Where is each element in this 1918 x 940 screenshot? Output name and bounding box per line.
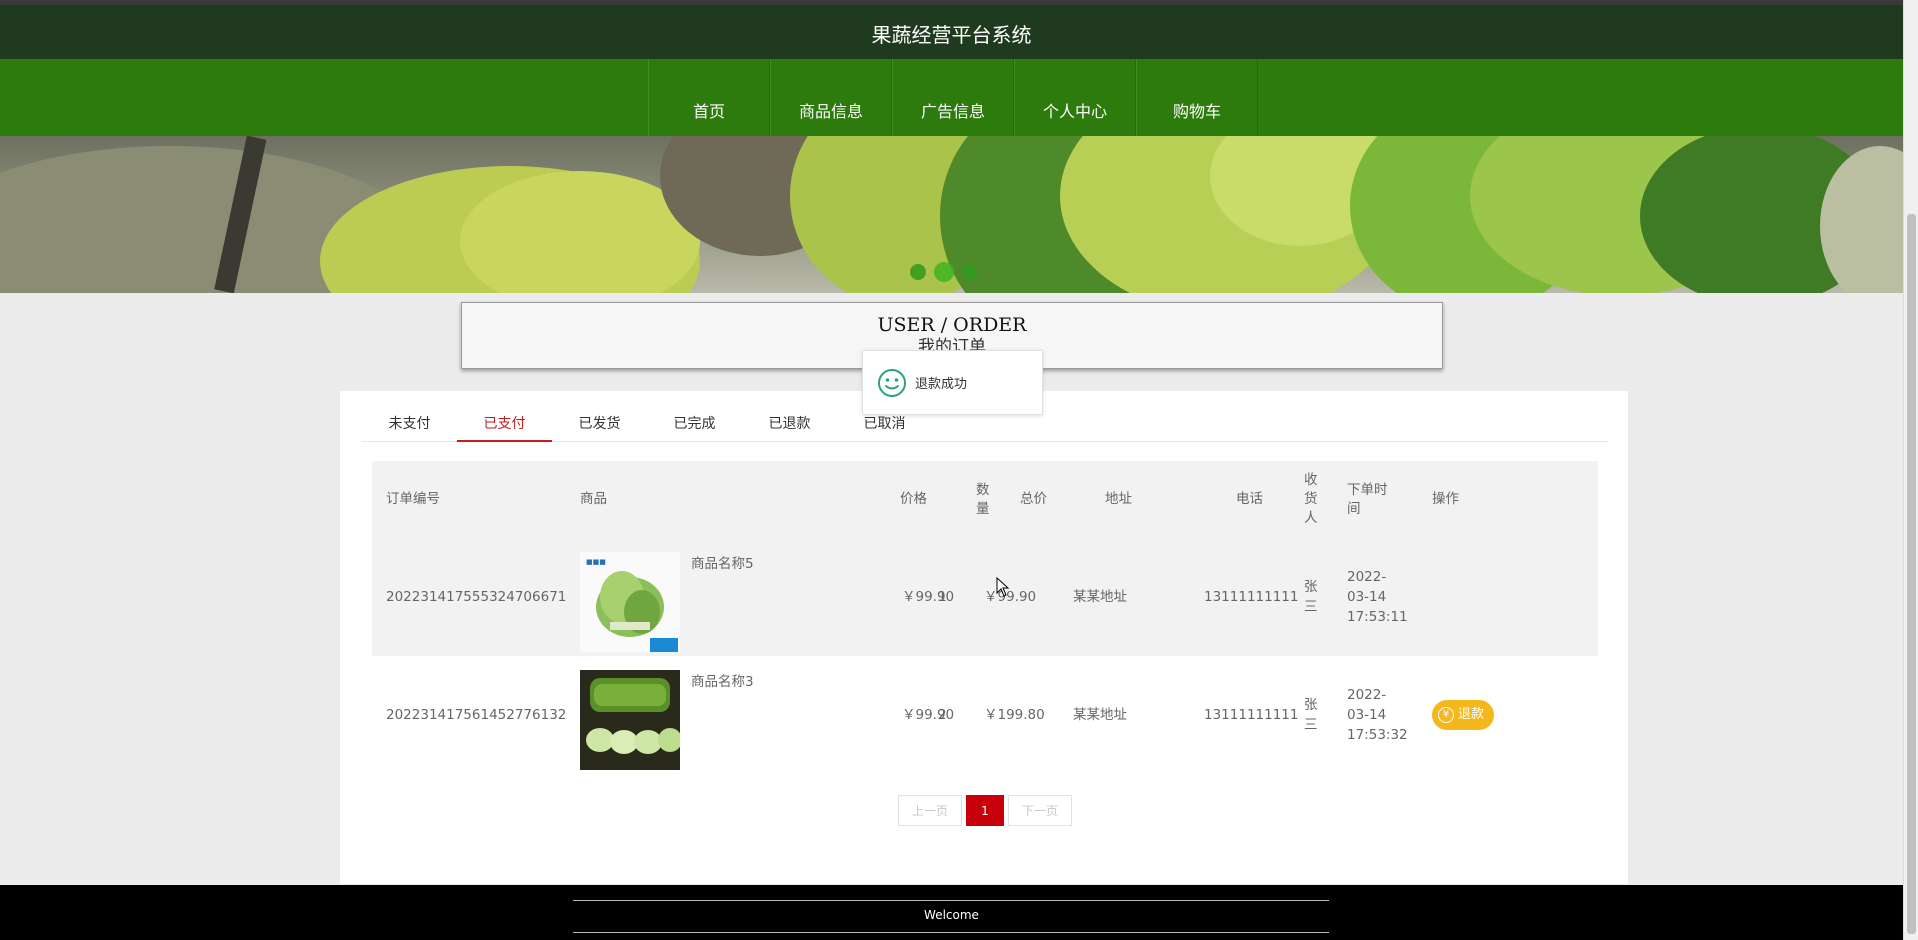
smile-icon <box>878 368 906 397</box>
receiver: 张 三 <box>1304 697 1318 733</box>
order-time: 2022- 03-14 17:53:32 <box>1347 687 1408 743</box>
yen-icon: ¥ <box>1438 707 1454 723</box>
tab-shipped[interactable]: 已发货 <box>552 409 647 442</box>
order-table: 订单编号 商品 价格 数 量 总价 地址 电话 收 货 人 下单时 间 操作 2… <box>372 461 1598 774</box>
nav-home[interactable]: 首页 <box>648 59 770 136</box>
header-action: 操作 <box>1432 491 1459 507</box>
main-nav: 首页 商品信息 广告信息 个人中心 购物车 <box>0 59 1903 136</box>
product-name[interactable]: 商品名称3 <box>691 670 754 690</box>
prev-page-button[interactable]: 上一页 <box>898 795 962 826</box>
refund-button[interactable]: ¥ 退款 <box>1432 700 1495 730</box>
nav-profile[interactable]: 个人中心 <box>1014 59 1136 136</box>
address: 某某地址 <box>1073 589 1127 605</box>
toast-text: 退款成功 <box>915 377 968 392</box>
refund-label: 退款 <box>1458 707 1485 722</box>
nav-ads[interactable]: 广告信息 <box>892 59 1014 136</box>
quantity: 1 <box>938 589 947 605</box>
nav-products[interactable]: 商品信息 <box>770 59 892 136</box>
product-thumbnail[interactable] <box>580 670 680 770</box>
header-order-time: 下单时 间 <box>1347 481 1388 517</box>
site-footer: Welcome <box>0 885 1903 940</box>
receiver: 张 三 <box>1304 579 1318 615</box>
scrollbar-thumb[interactable] <box>1907 214 1916 934</box>
pagination: 上一页 1 下一页 <box>898 795 1072 826</box>
header-order-no: 订单编号 <box>386 491 440 507</box>
address: 某某地址 <box>1073 707 1127 723</box>
page-scrollbar[interactable] <box>1903 0 1918 940</box>
carousel-dot-1[interactable] <box>910 264 926 280</box>
header-goods: 商品 <box>580 491 607 507</box>
order-no: 202231417561452776132 <box>386 707 567 723</box>
header-price: 价格 <box>900 491 927 507</box>
nav-cart[interactable]: 购物车 <box>1136 59 1258 136</box>
table-header: 订单编号 商品 价格 数 量 总价 地址 电话 收 货 人 下单时 间 操作 <box>372 461 1598 538</box>
banner-carousel[interactable] <box>0 136 1903 293</box>
order-no: 202231417555324706671 <box>386 589 567 605</box>
header-total: 总价 <box>1020 491 1047 507</box>
carousel-dot-3[interactable] <box>962 264 978 280</box>
product-name[interactable]: 商品名称5 <box>691 552 754 572</box>
site-header: 果蔬经营平台系统 <box>0 5 1903 59</box>
next-page-button[interactable]: 下一页 <box>1008 795 1072 826</box>
quantity: 2 <box>938 707 947 723</box>
footer-divider-top <box>573 900 1329 901</box>
action-cell: ¥ 退款 <box>1432 656 1495 774</box>
section-title-en: USER / ORDER <box>877 314 1027 336</box>
product-thumbnail[interactable]: ■■■ <box>580 552 680 652</box>
table-row: 202231417555324706671 ■■■ 商品名称5 ￥99.90 1… <box>372 538 1598 656</box>
carousel-dot-2[interactable] <box>934 262 954 282</box>
header-phone: 电话 <box>1236 491 1263 507</box>
tab-paid[interactable]: 已支付 <box>457 409 552 442</box>
phone: 13111111111 <box>1204 589 1299 605</box>
mouse-cursor-icon <box>996 577 1010 597</box>
header-qty: 数 量 <box>976 481 990 517</box>
total-price: ￥99.90 <box>984 589 1037 605</box>
footer-welcome: Welcome <box>924 908 979 922</box>
tab-unpaid[interactable]: 未支付 <box>362 409 457 442</box>
total-price: ￥199.80 <box>984 707 1045 723</box>
tab-completed[interactable]: 已完成 <box>647 409 742 442</box>
toast-message: 退款成功 <box>862 350 1043 415</box>
site-title: 果蔬经营平台系统 <box>871 23 1032 47</box>
page-1-button[interactable]: 1 <box>966 795 1004 826</box>
section-title-cn: 我的订单 <box>918 337 986 350</box>
svg-text:■■■: ■■■ <box>586 558 606 566</box>
footer-divider-bottom <box>573 932 1329 933</box>
table-row: 202231417561452776132 商品名称3 ￥99.90 2 ￥19… <box>372 656 1598 774</box>
phone: 13111111111 <box>1204 707 1299 723</box>
header-address: 地址 <box>1105 491 1132 507</box>
tab-refunded[interactable]: 已退款 <box>742 409 837 442</box>
order-panel: 未支付 已支付 已发货 已完成 已退款 已取消 订单编号 商品 价格 数 量 总… <box>340 391 1628 884</box>
order-time: 2022- 03-14 17:53:11 <box>1347 569 1408 625</box>
header-receiver: 收 货 人 <box>1304 472 1318 526</box>
